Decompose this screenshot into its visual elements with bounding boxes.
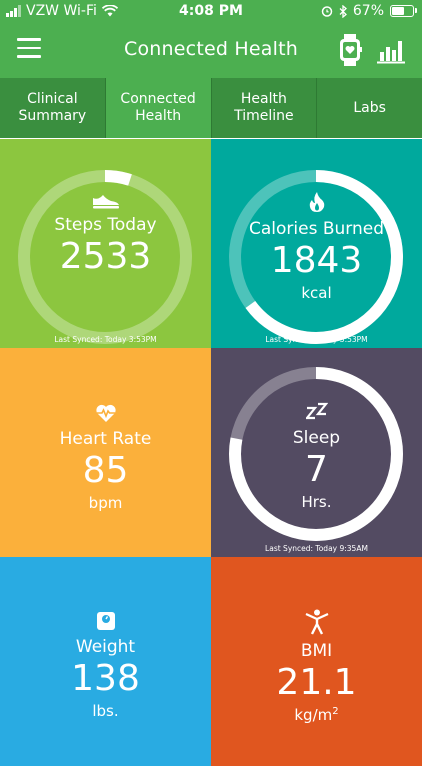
alarm-icon bbox=[321, 6, 333, 17]
bmi-tile[interactable]: BMI 21.1 kg/m2 bbox=[211, 557, 422, 766]
weight-value: 138 bbox=[71, 658, 140, 699]
smartwatch-heart-icon[interactable] bbox=[338, 34, 362, 66]
bmi-unit: kg/m2 bbox=[211, 706, 422, 724]
calories-value: 1843 bbox=[270, 240, 363, 281]
weight-label: Weight bbox=[75, 637, 136, 657]
calories-tile[interactable]: Calories Burned 1843 kcal Last Synced: T… bbox=[211, 139, 422, 348]
shoe-icon bbox=[92, 195, 119, 209]
bmi-unit-exponent: 2 bbox=[332, 706, 339, 717]
sleep-unit: Hrs. bbox=[301, 493, 332, 511]
steps-label: Steps Today bbox=[54, 215, 157, 235]
sleep-zz-icon bbox=[305, 402, 328, 420]
bar-chart-icon[interactable] bbox=[376, 38, 406, 64]
calories-label: Calories Burned bbox=[249, 219, 384, 239]
flame-icon bbox=[309, 192, 324, 212]
steps-value: 2533 bbox=[59, 236, 152, 277]
heart-rate-label: Heart Rate bbox=[59, 429, 152, 449]
steps-tile[interactable]: Steps Today 2533 Last Synced: Today 3:53… bbox=[0, 139, 211, 348]
calories-last-synced: Last Synced: Today 3:53PM bbox=[265, 335, 368, 344]
heart-pulse-icon bbox=[95, 404, 116, 422]
bmi-value: 21.1 bbox=[276, 662, 357, 703]
bmi-unit-base: kg/m bbox=[294, 706, 333, 724]
battery-icon bbox=[390, 5, 417, 17]
heart-rate-tile[interactable]: Heart Rate 85 bpm bbox=[0, 348, 211, 557]
person-icon bbox=[305, 609, 328, 635]
tab-bar: Clinical Summary Connected Health Health… bbox=[0, 78, 422, 138]
status-bar: VZW Wi-Fi 4:08 PM 67% bbox=[0, 0, 422, 24]
weight-unit: lbs. bbox=[92, 702, 119, 720]
tab-connected-health[interactable]: Connected Health bbox=[105, 78, 212, 138]
nav-bar: Connected Health bbox=[0, 24, 422, 78]
tab-health-timeline[interactable]: Health Timeline bbox=[211, 78, 318, 138]
scale-icon bbox=[96, 612, 115, 630]
battery-percent: 67% bbox=[352, 3, 384, 19]
tab-labs[interactable]: Labs bbox=[317, 78, 422, 138]
calories-unit: kcal bbox=[301, 284, 332, 302]
steps-last-synced: Last Synced: Today 3:53PM bbox=[54, 335, 157, 344]
weight-tile[interactable]: Weight 138 lbs. bbox=[0, 557, 211, 766]
tab-clinical-summary[interactable]: Clinical Summary bbox=[0, 78, 106, 138]
bluetooth-icon bbox=[339, 4, 347, 18]
health-tiles-grid: Steps Today 2533 Last Synced: Today 3:53… bbox=[0, 139, 422, 766]
sleep-label: Sleep bbox=[292, 428, 341, 448]
sleep-tile[interactable]: Sleep 7 Hrs. Last Synced: Today 9:35AM bbox=[211, 348, 422, 557]
bmi-label: BMI bbox=[300, 641, 333, 661]
sleep-last-synced: Last Synced: Today 9:35AM bbox=[265, 544, 368, 553]
heart-rate-value: 85 bbox=[82, 450, 129, 491]
heart-rate-unit: bpm bbox=[88, 494, 123, 512]
sleep-value: 7 bbox=[305, 449, 328, 490]
